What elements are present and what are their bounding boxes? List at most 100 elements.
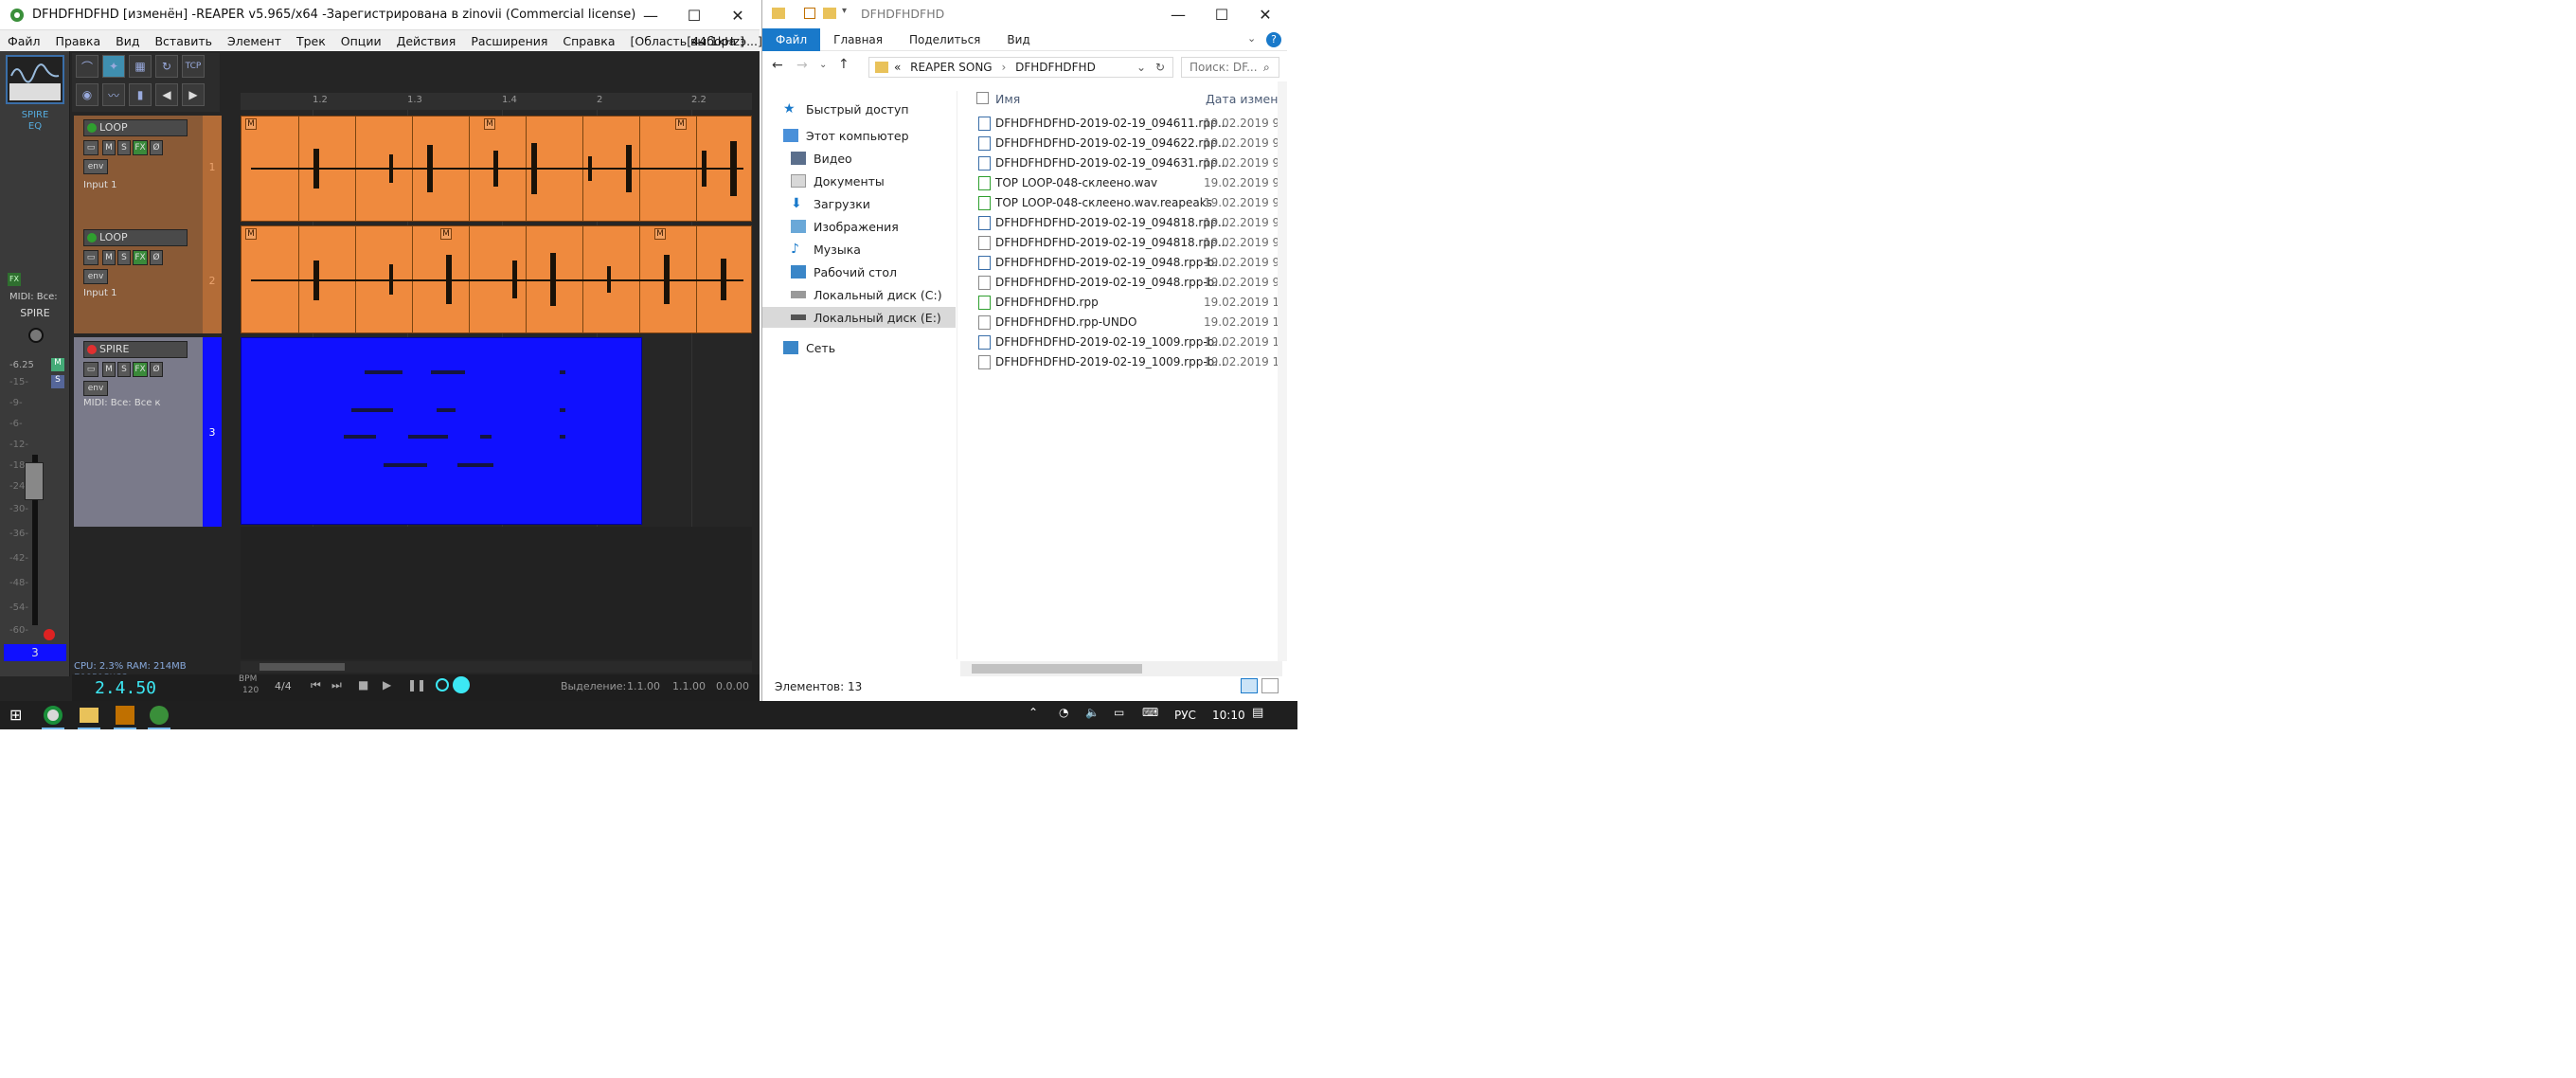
midi-item-spire[interactable] — [241, 337, 642, 525]
address-dropdown-icon[interactable]: ⌄ — [1136, 58, 1146, 77]
menu-insert[interactable]: Вставить — [154, 34, 212, 48]
ribbon-tab-home[interactable]: Главная — [833, 33, 883, 46]
menu-options[interactable]: Опции — [341, 34, 382, 48]
maximize-button[interactable]: ☐ — [672, 0, 716, 30]
track-io-button[interactable]: ▭ — [83, 140, 98, 155]
ribbon-tab-share[interactable]: Поделиться — [909, 33, 980, 46]
mixer-fx-button[interactable]: FX — [8, 273, 21, 286]
nav-music[interactable]: ♪ Музыка — [791, 239, 861, 260]
selection-start[interactable]: 1.1.00 — [627, 680, 660, 692]
menu-item[interactable]: Элемент — [227, 34, 281, 48]
track-mute-button[interactable]: M — [102, 250, 116, 265]
track-mute-button[interactable]: M — [102, 362, 116, 377]
volume-icon[interactable]: 🔈 — [1085, 706, 1104, 725]
eye-icon[interactable]: ◉ — [76, 83, 98, 106]
item-mute-icon[interactable]: M — [484, 118, 495, 130]
audio-item-loop-1[interactable]: M M M — [241, 116, 752, 222]
ribbon-tab-file[interactable]: Файл — [762, 27, 821, 51]
track-io-button[interactable]: ▭ — [83, 362, 98, 377]
track-phase-button[interactable]: Ø — [150, 250, 163, 265]
file-row[interactable]: DFHDFHDFHD-2019-02-19_094818.rpp... 19.02… — [959, 233, 1287, 253]
rec-arm-icon[interactable] — [87, 345, 97, 354]
track-solo-button[interactable]: S — [117, 362, 131, 377]
stop-button[interactable]: ■ — [358, 678, 368, 692]
select-all-checkbox[interactable] — [976, 92, 989, 104]
track-phase-button[interactable]: Ø — [150, 140, 163, 155]
explorer-close-button[interactable]: ✕ — [1243, 0, 1287, 28]
loop-toggle-icon[interactable] — [436, 678, 449, 692]
forward-arrow-icon[interactable]: → — [796, 58, 808, 73]
menu-actions[interactable]: Действия — [397, 34, 456, 48]
play-button[interactable]: ▶ — [383, 678, 391, 692]
nav-pictures[interactable]: Изображения — [791, 216, 899, 237]
chrome-icon[interactable] — [44, 706, 63, 725]
grid-icon[interactable]: ▦ — [129, 55, 152, 78]
explorer-horizontal-scrollbar[interactable] — [960, 661, 1282, 676]
pause-button[interactable]: ❚❚ — [407, 678, 426, 692]
breadcrumb-item[interactable]: REAPER SONG — [910, 61, 992, 74]
reaper-title-bar[interactable]: DFHDFHDFHD [изменён] -REAPER v5.965/x64 … — [0, 0, 760, 30]
nav-documents[interactable]: Документы — [791, 171, 885, 191]
battery-icon[interactable]: ▭ — [1114, 706, 1133, 725]
envelope-tool-icon[interactable]: ⌒ — [76, 55, 98, 78]
file-row[interactable]: DFHDFHDFHD-2019-02-19_1009.rpp-b... 19.02… — [959, 332, 1287, 352]
details-view-icon[interactable] — [1241, 678, 1258, 693]
help-icon[interactable]: ? — [1266, 32, 1281, 47]
track-panel-2[interactable]: LOOP ▭ M S FX Ø env Input 1 — [74, 225, 203, 333]
file-row[interactable]: TOP LOOP-048-склеено.wav.reapeaks 19.02.2… — [959, 193, 1287, 213]
track-solo-button[interactable]: S — [117, 250, 131, 265]
rec-arm-icon[interactable] — [87, 233, 97, 243]
file-row[interactable]: DFHDFHDFHD-2019-02-19_1009.rpp-b... 19.02… — [959, 352, 1287, 372]
nav-drive-e[interactable]: Локальный диск (E:) — [762, 307, 956, 328]
track-solo-button[interactable]: S — [117, 140, 131, 155]
track-fx-button[interactable]: FX — [133, 140, 148, 155]
refresh-icon[interactable]: ↻ — [1155, 58, 1165, 77]
file-row[interactable]: DFHDFHDFHD-2019-02-19_0948.rpp-b... 19.02… — [959, 253, 1287, 273]
scroll-thumb[interactable] — [259, 663, 345, 671]
column-date[interactable]: Дата измене — [1206, 92, 1285, 106]
column-name[interactable]: Имя — [995, 92, 1020, 106]
track-name-box[interactable]: LOOP — [83, 119, 188, 136]
file-row[interactable]: DFHDFHDFHD-2019-02-19_094622.rpp... 19.02… — [959, 134, 1287, 153]
selection-length[interactable]: 0.0.00 — [716, 680, 749, 692]
timeline-ruler[interactable]: 1.2 1.3 1.4 2 2.2 — [241, 93, 752, 110]
close-button[interactable]: ✕ — [716, 0, 760, 30]
nav-this-pc[interactable]: Этот компьютер — [783, 125, 909, 146]
file-row[interactable]: DFHDFHDFHD-2019-02-19_094611.rpp... 19.02… — [959, 114, 1287, 134]
minimize-button[interactable]: — — [629, 0, 672, 30]
menu-file[interactable]: Файл — [8, 34, 41, 48]
back-arrow-icon[interactable]: ← — [772, 58, 783, 73]
nav-quick-access[interactable]: ★ Быстрый доступ — [783, 99, 909, 119]
explorer-minimize-button[interactable]: — — [1156, 0, 1200, 28]
nav-network[interactable]: Сеть — [783, 337, 835, 358]
item-mute-icon[interactable]: M — [440, 228, 452, 240]
record-arm-icon[interactable] — [44, 629, 55, 640]
track-env-button[interactable]: env — [83, 269, 108, 284]
vertical-scrollbar[interactable] — [1278, 81, 1287, 661]
explorer-title-bar[interactable]: ▾ DFHDFHDFHD — ☐ ✕ — [762, 0, 1287, 28]
volume-fader[interactable] — [25, 462, 44, 500]
app-taskbar-icon[interactable] — [116, 706, 134, 725]
item-mute-icon[interactable]: M — [654, 228, 666, 240]
track-io-button[interactable]: ▭ — [83, 250, 98, 265]
ribbon-tab-view[interactable]: Вид — [1007, 33, 1029, 46]
file-explorer-taskbar-icon[interactable] — [80, 708, 98, 723]
file-row[interactable]: DFHDFHDFHD.rpp 19.02.2019 10 — [959, 293, 1287, 313]
track-env-button[interactable]: env — [83, 159, 108, 174]
breadcrumb-item[interactable]: DFHDFHDFHD — [1015, 61, 1096, 74]
explorer-maximize-button[interactable]: ☐ — [1200, 0, 1243, 28]
clock[interactable]: 10:10 — [1212, 709, 1245, 722]
track-fx-button[interactable]: FX — [133, 250, 148, 265]
item-mute-icon[interactable]: M — [675, 118, 687, 130]
file-row[interactable]: TOP LOOP-048-склеено.wav 19.02.2019 9: — [959, 173, 1287, 193]
breadcrumb-chevron-icon[interactable]: › — [1001, 61, 1006, 74]
snap-icon[interactable]: ✦ — [102, 55, 125, 78]
arrow-left-icon[interactable]: ◀ — [155, 83, 178, 106]
track-input[interactable]: Input 1 — [83, 180, 159, 193]
nav-desktop[interactable]: Рабочий стол — [791, 261, 897, 282]
tiles-view-icon[interactable] — [1261, 678, 1279, 693]
pan-knob[interactable] — [28, 328, 44, 343]
keyboard-icon[interactable]: ⌨ — [1142, 706, 1161, 725]
tcp-toggle-icon[interactable]: TCP — [182, 55, 205, 78]
track-fx-button[interactable]: FX — [133, 362, 148, 377]
